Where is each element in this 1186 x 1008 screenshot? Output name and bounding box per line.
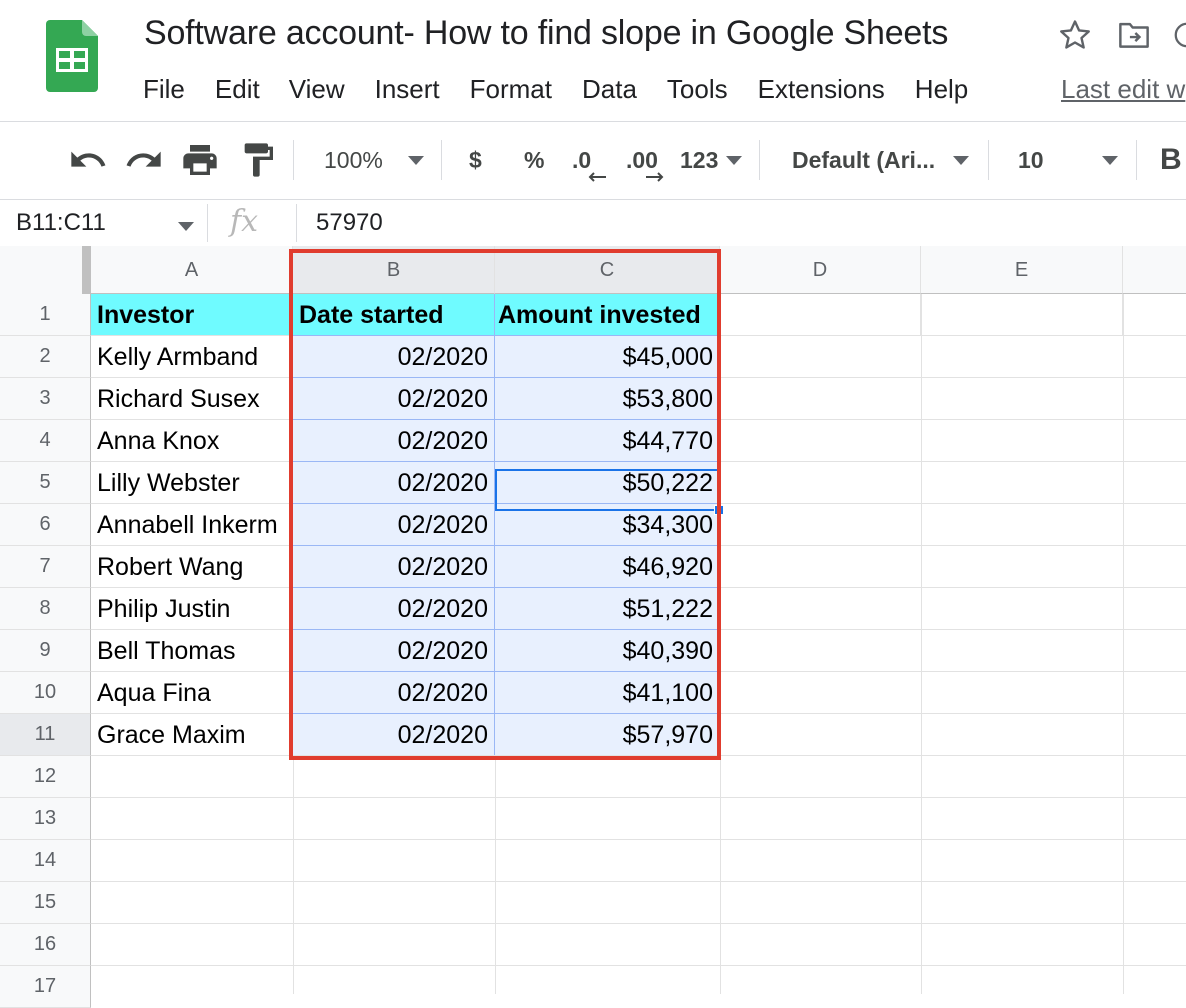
sheets-logo-icon[interactable] — [46, 20, 98, 92]
menu-bar: File Edit View Insert Format Data Tools … — [143, 71, 998, 107]
menu-data[interactable]: Data — [582, 71, 637, 107]
zoom-value: 100% — [324, 147, 383, 173]
move-to-folder-icon[interactable] — [1117, 20, 1151, 50]
formula-input[interactable]: 57970 — [316, 204, 383, 242]
font-size-value: 10 — [1018, 147, 1044, 173]
menu-format[interactable]: Format — [470, 71, 552, 107]
percent-format-button[interactable]: % — [524, 140, 544, 180]
font-family-value: Default (Ari... — [792, 147, 936, 173]
name-box-dropdown-icon[interactable] — [178, 222, 194, 231]
menu-extensions[interactable]: Extensions — [758, 71, 885, 107]
font-size-dropdown-icon[interactable] — [1102, 156, 1118, 165]
arrow-left-icon — [588, 172, 606, 182]
currency-format-button[interactable]: $ — [469, 140, 482, 180]
name-box[interactable]: B11:C11 — [16, 204, 106, 242]
print-icon[interactable] — [180, 140, 220, 180]
menu-edit[interactable]: Edit — [215, 71, 260, 107]
more-formats-label: 123 — [680, 147, 719, 173]
toolbar-separator — [988, 140, 989, 180]
header-divider — [0, 121, 1186, 122]
toolbar-separator — [293, 140, 294, 180]
star-icon[interactable] — [1058, 18, 1092, 52]
arrow-right-icon — [646, 172, 664, 182]
paint-format-icon[interactable] — [238, 140, 278, 180]
menu-file[interactable]: File — [143, 71, 185, 107]
undo-icon[interactable] — [68, 140, 108, 180]
bold-button[interactable]: B — [1160, 140, 1182, 180]
zoom-select[interactable]: 100% — [324, 140, 383, 180]
toolbar-separator — [441, 140, 442, 180]
menu-tools[interactable]: Tools — [667, 71, 728, 107]
function-icon: fx — [230, 204, 259, 239]
redo-icon[interactable] — [124, 140, 164, 180]
formula-bar-separator — [296, 204, 297, 242]
menu-help[interactable]: Help — [915, 71, 968, 107]
toolbar-divider — [0, 199, 1186, 200]
menu-view[interactable]: View — [289, 71, 345, 107]
last-edit-link[interactable]: Last edit w — [1061, 71, 1185, 107]
font-size-select[interactable]: 10 — [1018, 140, 1044, 180]
toolbar-separator — [759, 140, 760, 180]
zoom-dropdown-icon[interactable] — [408, 156, 424, 165]
menu-insert[interactable]: Insert — [375, 71, 440, 107]
toolbar-separator — [1136, 140, 1137, 180]
font-family-dropdown-icon[interactable] — [953, 156, 969, 165]
more-formats-button[interactable]: 123 — [680, 140, 718, 180]
highlight-annotation-box — [289, 249, 721, 760]
document-title[interactable]: Software account- How to find slope in G… — [144, 14, 948, 53]
font-family-select[interactable]: Default (Ari... — [792, 140, 935, 180]
formula-bar-separator — [207, 204, 208, 242]
cloud-status-icon[interactable] — [1172, 20, 1186, 50]
more-formats-dropdown-icon[interactable] — [726, 156, 742, 165]
